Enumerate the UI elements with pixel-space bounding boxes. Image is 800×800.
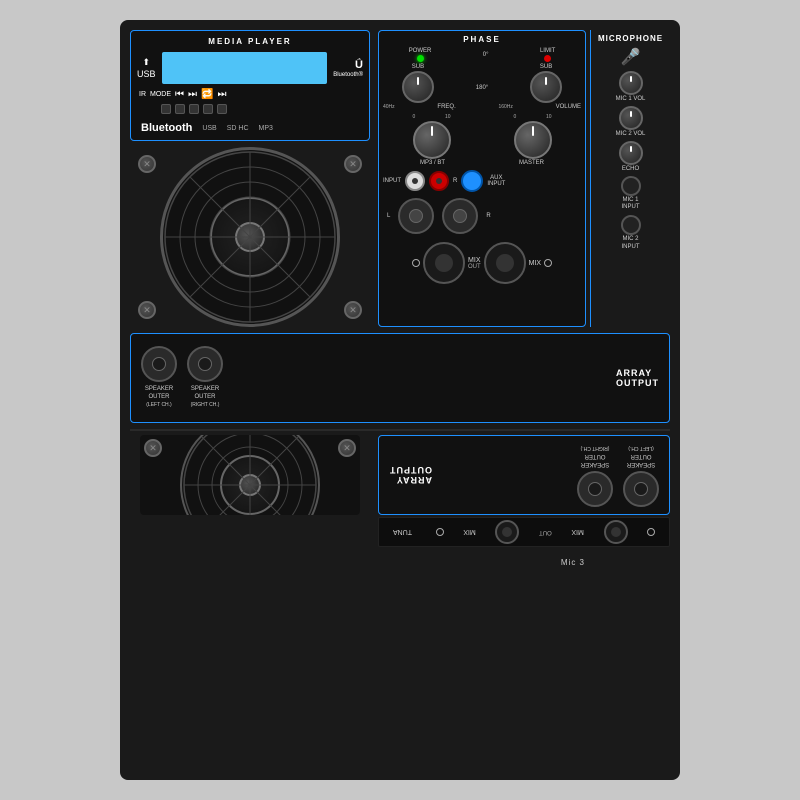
speaker-outer-right-label: SPEAKEROUTER(RIGHT CH.) <box>191 386 220 409</box>
r-label: R <box>453 178 457 184</box>
mix-label-bottom-right: MIX <box>463 529 475 536</box>
mic2-vol-label: MIC 2 VOL <box>616 131 646 137</box>
mix-circle-left <box>412 259 420 267</box>
mix-xlr-left-bottom[interactable] <box>604 520 628 544</box>
aux-jack[interactable] <box>461 170 483 192</box>
prev-button[interactable]: ⏮ <box>175 89 184 100</box>
screw-top-left: ✕ <box>138 155 156 173</box>
master-label: MASTER <box>519 160 544 166</box>
mix-circle-right-bottom <box>436 528 444 536</box>
mic-panel-title: MICROPHONE <box>598 34 663 43</box>
array-output-label: ARRAYOUTPUT <box>616 368 659 388</box>
mic2-vol-knob[interactable] <box>619 106 643 130</box>
power-label: POWER <box>409 48 432 54</box>
speaker-outer-right-jack-reflected[interactable] <box>577 471 613 507</box>
mp3bt-label: MP3 / BT <box>420 160 445 166</box>
limit-led <box>544 55 551 62</box>
mic2-input-label: MIC 2INPUT <box>622 236 640 250</box>
screw-bottom-right: ✕ <box>344 301 362 319</box>
mic2-input-jack[interactable] <box>621 215 641 235</box>
mic1-vol-label: MIC 1 VOL <box>616 96 646 102</box>
mix-xlr-left[interactable] <box>423 242 465 284</box>
screw-bottom-fan-tr: ✕ <box>338 439 356 457</box>
mic3-label: Mic 3 <box>561 558 585 567</box>
bluetooth-text: Bluetooth <box>141 122 192 134</box>
volume-label: VOLUME <box>556 104 581 110</box>
r-label2: R <box>486 213 490 219</box>
usb-label: ⬆ USB <box>137 57 156 79</box>
input-label: INPUT <box>383 178 401 184</box>
volume-knob[interactable] <box>514 121 552 159</box>
mix-label-bottom-left: MIX <box>571 529 583 536</box>
speaker-outer-left-label-reflected: SPEAKEROUTER(LEFT CH.) <box>627 443 655 466</box>
media-player-title: MEDIA PLAYER <box>137 37 363 46</box>
echo-knob[interactable] <box>619 141 643 165</box>
mode-label: MODE <box>150 91 171 98</box>
mp3-badge: MP3 <box>259 125 273 132</box>
screw-bottom-fan-tl: ✕ <box>144 439 162 457</box>
usb-badge: USB <box>202 125 216 132</box>
mix-label-left: MIX <box>468 257 480 264</box>
out-label-bottom: OUT <box>539 529 552 535</box>
sub-label-left: SUB <box>412 64 424 70</box>
mic1-input-jack[interactable] <box>621 176 641 196</box>
speaker-outer-right-jack[interactable] <box>187 346 223 382</box>
sub-left-knob[interactable] <box>402 71 434 103</box>
fan-container: ✕ ✕ ✕ ✕ <box>130 147 370 327</box>
bt-label: Ǘ Bluetooth® <box>333 59 363 78</box>
rca-red-jack[interactable] <box>429 171 449 191</box>
mix-label-right: MIX <box>529 260 541 267</box>
mp-button-4[interactable] <box>203 104 213 114</box>
lcd-screen <box>162 52 328 84</box>
freq-label: FREQ. <box>437 104 455 110</box>
speaker-outer-left-jack-reflected[interactable] <box>623 471 659 507</box>
limit-label: LIMIT <box>540 48 555 54</box>
mp-button-2[interactable] <box>175 104 185 114</box>
mix-xlr-right-bottom[interactable] <box>495 520 519 544</box>
mix-xlr-right[interactable] <box>484 242 526 284</box>
fan-grill-svg <box>163 150 337 324</box>
media-player: MEDIA PLAYER ⬆ USB Ǘ Bluetooth® IR <box>130 30 370 141</box>
freq-knob[interactable] <box>413 121 451 159</box>
xlr-right-jack[interactable] <box>442 198 478 234</box>
sub-right-knob[interactable] <box>530 71 562 103</box>
zero-deg-label: 0° <box>483 52 489 58</box>
mix-circle-left-bottom <box>647 528 655 536</box>
next-button[interactable]: ⏭ <box>217 89 226 100</box>
hz40-label: 40Hz <box>383 104 395 110</box>
hz160-label: 160Hz <box>498 104 512 110</box>
power-led <box>417 55 424 62</box>
device-panel: MEDIA PLAYER ⬆ USB Ǘ Bluetooth® IR <box>120 20 680 780</box>
screw-top-right: ✕ <box>344 155 362 173</box>
mix-circle-right <box>544 259 552 267</box>
sub-label-right: SUB <box>540 64 552 70</box>
sd-badge: SD HC <box>227 125 249 132</box>
microphone-icon: 🎤 <box>621 47 641 67</box>
mic1-input-label: MIC 1INPUT <box>622 197 640 211</box>
screw-bottom-left: ✕ <box>138 301 156 319</box>
l-label: L <box>387 213 390 219</box>
speaker-outer-right-label-reflected: SPEAKEROUTER(RIGHT CH.) <box>581 443 610 466</box>
prev-track-button[interactable]: ⏭ <box>188 89 197 100</box>
speaker-outer-left-label: SPEAKEROUTER(LEFT CH.) <box>145 386 173 409</box>
mic1-vol-knob[interactable] <box>619 71 643 95</box>
microphone-panel: MICROPHONE 🎤 MIC 1 VOL MIC 2 VOL <box>590 30 670 327</box>
array-output-section: SPEAKEROUTER(LEFT CH.) SPEAKEROUTER(RIGH… <box>130 333 670 423</box>
fan-grill-svg-bottom <box>182 435 318 515</box>
rca-white-jack[interactable] <box>405 171 425 191</box>
echo-label: ECHO <box>622 166 639 172</box>
phase-title: PHASE <box>383 35 581 44</box>
speaker-outer-left-jack[interactable] <box>141 346 177 382</box>
mp-button-3[interactable] <box>189 104 199 114</box>
mp-button-1[interactable] <box>161 104 171 114</box>
xlr-left-jack[interactable] <box>398 198 434 234</box>
repeat-button[interactable]: 🔁 <box>201 89 213 100</box>
tuna-yara-label: ARRAYOUTPUT <box>389 465 432 485</box>
out-label: OUT <box>468 264 481 270</box>
ir-label: IR <box>139 91 146 98</box>
tuna-label-right: TUNA <box>393 529 412 536</box>
aux-input-label2: INPUT <box>487 181 505 187</box>
fan-outer <box>160 147 340 327</box>
mp-button-5[interactable] <box>217 104 227 114</box>
